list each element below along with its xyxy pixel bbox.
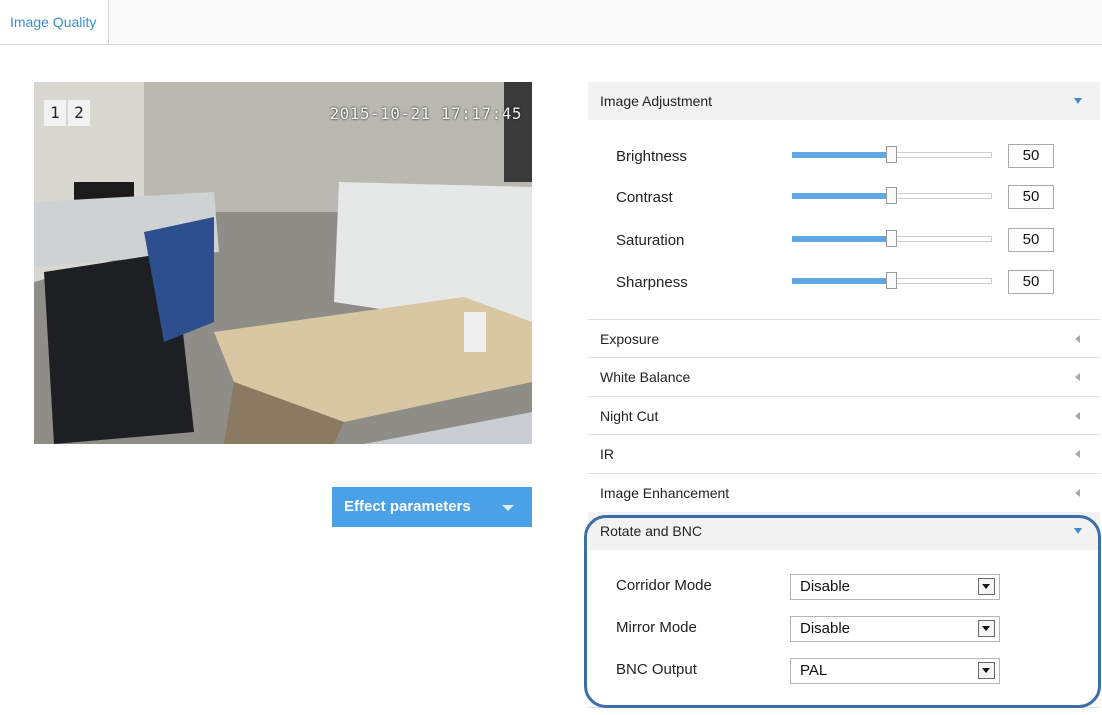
collapse-arrow-icon (1074, 98, 1082, 104)
highlight-outline (584, 515, 1101, 708)
section-title: Image Adjustment (600, 93, 713, 109)
section-night-cut[interactable]: Night Cut (588, 396, 1100, 434)
slider-thumb[interactable] (886, 187, 897, 204)
section-title: Exposure (600, 331, 660, 347)
brightness-slider[interactable] (792, 146, 992, 163)
slider-fill (792, 236, 891, 242)
channel-label-1: 1 (44, 100, 66, 126)
osd-timestamp: 2015-10-21 17:17:45 (329, 104, 522, 123)
effect-parameters-label: Effect parameters (344, 498, 471, 515)
section-title: Image Enhancement (600, 485, 730, 501)
saturation-slider[interactable] (792, 230, 992, 247)
slider-fill (792, 278, 891, 284)
slider-thumb[interactable] (886, 272, 897, 289)
expand-arrow-icon (1075, 489, 1080, 497)
brightness-label: Brightness (616, 148, 687, 165)
slider-thumb[interactable] (886, 230, 897, 247)
section-title: White Balance (600, 369, 691, 385)
saturation-label: Saturation (616, 232, 685, 249)
saturation-row: Saturation 50 (588, 221, 1100, 261)
section-title: IR (600, 446, 614, 462)
slider-fill (792, 152, 891, 158)
contrast-slider[interactable] (792, 187, 992, 204)
slider-thumb[interactable] (886, 146, 897, 163)
sharpness-slider[interactable] (792, 272, 992, 289)
contrast-value[interactable]: 50 (1008, 185, 1054, 209)
effect-parameters-button[interactable]: Effect parameters (332, 487, 532, 527)
tab-image-quality[interactable]: Image Quality (0, 0, 110, 44)
expand-arrow-icon (1075, 373, 1080, 381)
sharpness-row: Sharpness 50 (588, 263, 1100, 303)
sharpness-label: Sharpness (616, 274, 688, 291)
section-ir[interactable]: IR (588, 434, 1100, 472)
section-image-adjustment[interactable]: Image Adjustment (588, 82, 1100, 120)
camera-scene-image (34, 82, 532, 444)
expand-arrow-icon (1075, 412, 1080, 420)
brightness-value[interactable]: 50 (1008, 144, 1054, 168)
channel-label-2: 2 (68, 100, 90, 126)
expand-arrow-icon (1075, 335, 1080, 343)
section-exposure[interactable]: Exposure (588, 319, 1100, 357)
expand-arrow-icon (1075, 450, 1080, 458)
section-white-balance[interactable]: White Balance (588, 357, 1100, 395)
section-image-enhancement[interactable]: Image Enhancement (588, 473, 1100, 511)
section-title: Night Cut (600, 408, 659, 424)
contrast-row: Contrast 50 (588, 178, 1100, 218)
chevron-down-icon (502, 505, 514, 511)
saturation-value[interactable]: 50 (1008, 228, 1054, 252)
sharpness-value[interactable]: 50 (1008, 270, 1054, 294)
contrast-label: Contrast (616, 189, 673, 206)
tab-bar: Image Quality (0, 0, 1102, 45)
video-preview[interactable]: 1 2 2015-10-21 17:17:45 (34, 82, 532, 444)
brightness-row: Brightness 50 (588, 137, 1100, 177)
slider-fill (792, 193, 891, 199)
